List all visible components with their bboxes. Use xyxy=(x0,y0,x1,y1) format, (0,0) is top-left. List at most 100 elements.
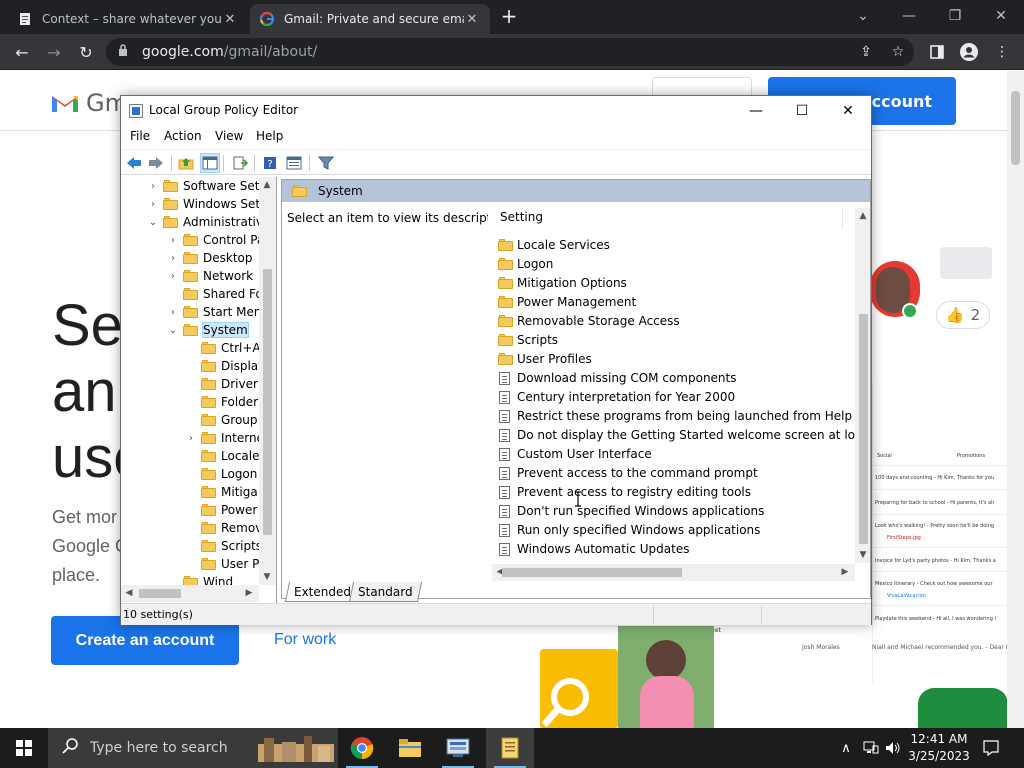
show-hide-tree-icon[interactable] xyxy=(200,153,220,173)
tree-node[interactable]: Remov xyxy=(185,519,262,537)
tree-horizontal-scrollbar[interactable]: ◀ ▶ xyxy=(121,585,259,602)
policy-setting-item[interactable]: Prevent access to the command prompt xyxy=(498,463,758,482)
page-scrollbar[interactable] xyxy=(1007,71,1024,728)
scroll-thumb[interactable] xyxy=(139,589,181,598)
expand-chevron-icon[interactable]: › xyxy=(167,253,179,264)
tree-node[interactable]: › Software Setti xyxy=(147,177,267,195)
back-arrow-icon[interactable] xyxy=(125,154,143,172)
tab-standard[interactable]: Standard xyxy=(348,582,422,602)
tree-node[interactable]: › Interne xyxy=(185,429,264,447)
tree-node[interactable]: User Pr xyxy=(185,555,264,573)
collapse-chevron-icon[interactable]: ⌄ xyxy=(167,325,179,336)
settings-folder-item[interactable]: Locale Services xyxy=(498,235,610,254)
scroll-up-icon[interactable]: ▲ xyxy=(259,177,275,193)
settings-folder-item[interactable]: Mitigation Options xyxy=(498,273,627,292)
tree-node[interactable]: ⌄ System xyxy=(167,321,249,339)
side-panel-icon[interactable] xyxy=(927,42,947,62)
expand-chevron-icon[interactable]: › xyxy=(167,235,179,246)
tree-node[interactable]: › Desktop xyxy=(167,249,253,267)
tree-node[interactable]: ⌄ Administrative xyxy=(147,213,271,231)
expand-chevron-icon[interactable]: › xyxy=(167,307,179,318)
tree-node[interactable]: Shared Fol xyxy=(167,285,266,303)
up-folder-icon[interactable] xyxy=(177,154,195,172)
policy-setting-item[interactable]: Custom User Interface xyxy=(498,444,652,463)
export-list-icon[interactable] xyxy=(231,154,249,172)
tree-node[interactable]: Display xyxy=(185,357,265,375)
tree-node[interactable]: › Windows Setti xyxy=(147,195,268,213)
reload-icon[interactable]: ↻ xyxy=(74,40,98,64)
policy-setting-item[interactable]: Download missing COM components xyxy=(498,368,737,387)
tree-node[interactable]: Group xyxy=(185,411,258,429)
control-panel-taskbar-icon[interactable] xyxy=(434,728,482,768)
group-policy-editor-taskbar-icon[interactable] xyxy=(486,728,534,768)
tree-node[interactable]: › Network xyxy=(167,267,253,285)
kebab-menu-icon[interactable]: ⋮ xyxy=(992,42,1012,62)
tree-node[interactable]: Scripts xyxy=(185,537,262,555)
scroll-up-icon[interactable]: ▲ xyxy=(855,208,870,224)
properties-icon[interactable] xyxy=(285,154,303,172)
profile-icon[interactable] xyxy=(959,42,979,62)
scroll-right-icon[interactable]: ▶ xyxy=(837,564,853,580)
tree-node[interactable]: Driver xyxy=(185,375,258,393)
tray-overflow-chevron-icon[interactable]: ∧ xyxy=(836,728,856,768)
browser-tab-context[interactable]: Context – share whatever you se ✕ xyxy=(8,4,248,34)
tab-close-icon[interactable]: ✕ xyxy=(222,12,238,27)
settings-folder-item[interactable]: Scripts xyxy=(498,330,558,349)
scroll-left-icon[interactable]: ◀ xyxy=(121,585,137,601)
chrome-taskbar-icon[interactable] xyxy=(338,728,386,768)
for-work-link[interactable]: For work xyxy=(274,631,336,649)
network-icon[interactable] xyxy=(860,728,882,768)
tab-search-chevron-icon[interactable]: ⌄ xyxy=(840,0,886,32)
menu-action[interactable]: Action xyxy=(164,129,202,143)
help-icon[interactable]: ? xyxy=(261,154,279,172)
policy-setting-item[interactable]: Run only specified Windows applications xyxy=(498,520,760,539)
browser-tab-gmail[interactable]: Gmail: Private and secure email a ✕ xyxy=(250,4,490,34)
settings-folder-item[interactable]: Logon xyxy=(498,254,553,273)
maximize-icon[interactable]: ☐ xyxy=(779,96,825,126)
gpe-titlebar[interactable]: Local Group Policy Editor — ☐ ✕ xyxy=(121,96,871,126)
tree-node[interactable]: Power xyxy=(185,501,257,519)
column-header-setting[interactable]: Setting xyxy=(488,202,842,232)
bookmark-star-icon[interactable]: ☆ xyxy=(888,42,908,62)
collapse-chevron-icon[interactable]: ⌄ xyxy=(147,217,159,228)
policy-setting-item[interactable]: Don't run specified Windows applications xyxy=(498,501,764,520)
tree-node[interactable]: › Control Pa xyxy=(167,231,264,249)
volume-icon[interactable] xyxy=(882,728,904,768)
expand-chevron-icon[interactable]: › xyxy=(147,199,159,210)
tree-vertical-scrollbar[interactable]: ▲ ▼ xyxy=(259,177,276,585)
policy-setting-item[interactable]: Restrict these programs from being launc… xyxy=(498,406,852,425)
minimize-icon[interactable]: — xyxy=(733,96,779,126)
back-arrow-icon[interactable]: ← xyxy=(10,40,34,64)
settings-folder-item[interactable]: User Profiles xyxy=(498,349,592,368)
scroll-down-icon[interactable]: ▼ xyxy=(259,569,275,585)
windows-start-icon[interactable] xyxy=(0,728,48,768)
gmail-logo[interactable]: Gm xyxy=(50,89,128,117)
file-explorer-taskbar-icon[interactable] xyxy=(386,728,434,768)
settings-folder-item[interactable]: Power Management xyxy=(498,292,636,311)
tree-node[interactable]: Locale xyxy=(185,447,259,465)
policy-setting-item[interactable]: Century interpretation for Year 2000 xyxy=(498,387,735,406)
scroll-thumb[interactable] xyxy=(859,314,868,544)
list-vertical-scrollbar[interactable]: ▲ ▼ xyxy=(855,208,870,563)
menu-file[interactable]: File xyxy=(130,129,150,143)
scroll-right-icon[interactable]: ▶ xyxy=(241,585,257,601)
list-horizontal-scrollbar[interactable]: ◀ ▶ xyxy=(492,564,855,581)
browser-restore-icon[interactable]: ❐ xyxy=(932,0,978,32)
scroll-thumb[interactable] xyxy=(263,269,272,535)
close-icon[interactable]: ✕ xyxy=(825,96,871,126)
scroll-down-icon[interactable]: ▼ xyxy=(855,547,870,563)
browser-minimize-icon[interactable]: — xyxy=(886,0,932,32)
tree-node[interactable]: Folder xyxy=(185,393,258,411)
policy-setting-item[interactable]: Do not display the Getting Started welco… xyxy=(498,425,870,444)
tree-node[interactable]: Ctrl+A xyxy=(185,339,261,357)
menu-help[interactable]: Help xyxy=(256,129,283,143)
expand-chevron-icon[interactable]: › xyxy=(185,433,197,444)
policy-setting-item[interactable]: Windows Automatic Updates xyxy=(498,539,689,558)
filter-icon[interactable] xyxy=(317,154,335,172)
menu-view[interactable]: View xyxy=(215,129,243,143)
forward-arrow-icon[interactable] xyxy=(147,154,165,172)
address-bar[interactable]: google.com/gmail/about/ xyxy=(106,38,914,66)
expand-chevron-icon[interactable]: › xyxy=(147,181,159,192)
tab-close-icon[interactable]: ✕ xyxy=(464,12,480,27)
notification-center-icon[interactable] xyxy=(980,728,1002,768)
